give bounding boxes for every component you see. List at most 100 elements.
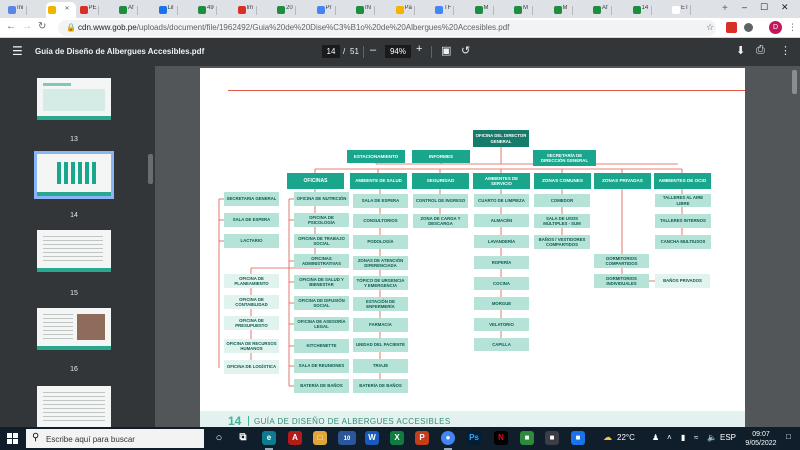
menu-icon[interactable]: ☰ [12, 44, 23, 58]
forward-icon[interactable]: → [22, 21, 32, 32]
word-icon[interactable]: W [365, 431, 379, 445]
org-node: SALA DE REUNIONES [294, 359, 349, 373]
browser-tab[interactable]: Lil [157, 2, 178, 18]
browser-tab[interactable]: 20 [275, 2, 296, 18]
tab-favicon-icon [316, 6, 325, 14]
people-icon[interactable]: ♟ [652, 433, 659, 442]
browser-tab[interactable]: 49 [196, 2, 217, 18]
windows-start-icon[interactable] [7, 433, 18, 444]
tab-separator [295, 6, 296, 15]
browser-tab[interactable]: Af [591, 2, 612, 18]
browser-tab[interactable]: M [473, 2, 494, 18]
lock-icon[interactable]: 🔒 [66, 23, 76, 32]
app-icon[interactable]: ■ [571, 431, 585, 445]
browser-tab[interactable]: PE [78, 2, 99, 18]
org-node: TALLERES AL AIRE LIBRE [655, 194, 711, 207]
browser-tab[interactable]: TF [433, 2, 454, 18]
browser-tab[interactable]: Ini [6, 2, 27, 18]
minimize-button[interactable]: – [742, 2, 747, 12]
tab-separator [216, 6, 217, 15]
print-icon[interactable]: ⎙ [756, 44, 765, 57]
tab-separator [176, 6, 178, 15]
more-actions-icon[interactable]: ⋮ [780, 44, 791, 57]
tab-separator [650, 6, 652, 15]
back-icon[interactable]: ← [6, 21, 16, 32]
browser-tab[interactable]: M [552, 2, 573, 18]
thumbnail-page-13[interactable] [37, 78, 111, 120]
system-clock[interactable]: 09:07 9/05/2022 [741, 430, 781, 448]
extensions-puzzle-icon[interactable] [744, 23, 753, 32]
thumbnail-page-15[interactable] [37, 230, 111, 272]
acrobat-icon[interactable]: A [288, 431, 302, 445]
tab-favicon-icon [356, 6, 364, 14]
task-view-icon[interactable]: ⧉ [236, 431, 250, 445]
org-node: COMEDOR [534, 194, 590, 207]
browser-tab[interactable]: Pa [394, 2, 415, 18]
org-head-oficinas: OFICINAS [287, 173, 344, 189]
browser-tab[interactable]: Pr [315, 2, 336, 18]
thumbnail-page-16[interactable] [37, 308, 111, 350]
bookmark-star-icon[interactable]: ☆ [706, 22, 714, 33]
new-tab-button[interactable]: + [722, 3, 728, 14]
browser-tab[interactable]: Af [117, 2, 138, 18]
browser-tab[interactable]: ✕ [45, 2, 76, 18]
url-text[interactable]: cdn.www.gob.pe/uploads/document/file/196… [78, 23, 509, 32]
reload-icon[interactable]: ↻ [38, 21, 46, 32]
weather-icon[interactable]: ☁ [603, 432, 612, 443]
zoom-level-input[interactable]: 94% [385, 45, 411, 58]
tab-separator [571, 6, 573, 15]
browser-tab[interactable]: IN [354, 2, 375, 18]
app-icon[interactable]: ■ [520, 431, 534, 445]
powerpoint-icon[interactable]: P [415, 431, 429, 445]
close-window-button[interactable]: ✕ [781, 2, 789, 13]
chrome-icon[interactable]: ● [441, 431, 455, 450]
netflix-icon[interactable]: N [494, 431, 508, 445]
address-bar[interactable]: 🔒 cdn.www.gob.pe/uploads/document/file/1… [58, 20, 716, 36]
excel-icon[interactable]: X [390, 431, 404, 445]
taskbar-search[interactable]: ⚲ Escribe aquí para buscar [26, 429, 204, 448]
download-icon[interactable]: ⬇ [736, 44, 745, 57]
notifications-icon[interactable]: □ [786, 432, 791, 441]
edge-icon[interactable]: e [262, 431, 276, 450]
org-head-salud: AMBIENTE DE SALUD [350, 173, 407, 189]
zoom-in-button[interactable]: + [416, 43, 422, 55]
maximize-button[interactable]: ☐ [760, 2, 768, 13]
browser-tab[interactable]: Im [236, 2, 257, 18]
outlook-icon[interactable]: 10 [338, 431, 356, 445]
viewer-scrollbar[interactable] [792, 70, 797, 94]
thumbnail-sidebar: 13 14 15 16 [0, 66, 155, 428]
tab-favicon-icon [79, 6, 88, 14]
cortana-icon[interactable]: ○ [212, 431, 226, 445]
file-explorer-icon[interactable]: □ [313, 431, 327, 445]
browser-tab[interactable]: ET Pa [670, 2, 691, 18]
extension-icon[interactable] [726, 22, 737, 33]
org-node: CONTROL DE INGRESO [413, 194, 468, 208]
footer-page-number: 14 [228, 414, 242, 427]
show-hidden-icons[interactable]: ˄ [667, 433, 672, 442]
menu-dots-icon[interactable]: ⋮ [788, 22, 797, 33]
tab-separator [26, 6, 27, 15]
photoshop-icon[interactable]: Ps [467, 431, 481, 445]
language-indicator[interactable]: ESP [720, 433, 736, 442]
thumbnail-page-14[interactable] [34, 151, 114, 199]
weather-temperature[interactable]: 22°C [617, 433, 635, 442]
tab-favicon-icon [8, 6, 16, 14]
sidebar-scrollbar[interactable] [148, 154, 153, 184]
pdf-page: OFICINA DEL DIRECTOR GENERAL ESTACIONAMI… [200, 68, 745, 427]
fit-page-icon[interactable]: ▣ [441, 44, 451, 57]
tab-separator [97, 6, 99, 15]
thumbnail-page-17[interactable] [37, 386, 111, 428]
rotate-icon[interactable]: ↺ [461, 44, 470, 57]
profile-avatar[interactable]: D [769, 21, 782, 34]
volume-icon[interactable]: 🔈 [707, 433, 717, 442]
battery-icon[interactable]: ▮ [681, 433, 685, 442]
org-node: ALMACÉN [474, 214, 529, 227]
org-node: UNIDAD DEL PACIENTE [353, 338, 408, 352]
close-tab-icon[interactable]: ✕ [65, 5, 70, 12]
zoom-out-button[interactable]: – [370, 44, 376, 56]
wifi-icon[interactable]: ≈ [694, 433, 698, 442]
page-number-input[interactable]: 14 [322, 45, 340, 58]
browser-tab[interactable]: M [512, 2, 533, 18]
app-icon[interactable]: ■ [545, 431, 559, 445]
browser-tab[interactable]: 14 [631, 2, 652, 18]
